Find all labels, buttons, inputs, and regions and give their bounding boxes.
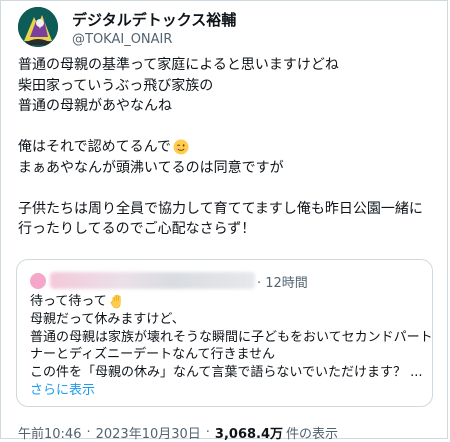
tweet-metadata: 午前10:46 · 2023年10月30日 · 3,068.4万 件の表示 — [18, 423, 338, 442]
author-display-name[interactable]: デジタルデトックス裕輔 — [72, 9, 236, 30]
quoted-author-avatar-blurred — [30, 273, 46, 289]
winking-face-icon — [173, 139, 189, 155]
tweet-text: 普通の母親の基準って家庭によると思いますけどね 柴田家っていうぶっ飛び家族の 普… — [18, 55, 438, 240]
tweet-line: 行ったりしてるのでご心配なさらず！ — [18, 221, 256, 237]
quoted-line: 母親だって休みますけど、 — [30, 311, 185, 327]
quoted-tweet[interactable]: · 12時間 待って待って 母親だって休みますけど、 普通の母親は家族が壊れそう… — [16, 259, 433, 407]
tweet-line: 普通の母親があやなんね — [18, 98, 172, 114]
quoted-line: 普通の母親は家族が壊れそうな瞬間に子どもをおいてセカンドパート — [30, 329, 433, 345]
tweet-date[interactable]: 2023年10月30日 — [96, 423, 201, 442]
views-count: 3,068.4万 — [214, 427, 284, 442]
quoted-line-with-emoji: 待って待って — [30, 293, 425, 311]
avatar-image — [18, 7, 58, 47]
author-avatar[interactable] — [18, 7, 58, 47]
quoted-author-name-blurred — [50, 272, 255, 289]
quoted-line: この件を「母親の休み」なんて言葉で語らないでいただけます？ ... — [30, 365, 423, 381]
show-more-link[interactable]: さらに表示 — [30, 382, 95, 400]
meta-separator: · — [86, 425, 91, 440]
show-more-line: さらに表示 — [30, 382, 425, 400]
tweet-card: デジタルデトックス裕輔 @TOKAI_ONAIR 普通の母親の基準って家庭による… — [0, 0, 448, 442]
tweet-line: 俺はそれで認めてるんで — [18, 139, 171, 155]
views-label: 件の表示 — [286, 427, 339, 442]
author-handle[interactable]: @TOKAI_ONAIR — [72, 32, 172, 47]
tweet-time[interactable]: 午前10:46 — [18, 423, 81, 442]
raised-hand-icon — [110, 295, 121, 309]
tweet-line: 柴田家っていうぶっ飛び家族の — [18, 77, 214, 94]
quoted-line: ナーとディズニーデートなんて行きません — [30, 347, 276, 363]
tweet-line: 普通の母親の基準って家庭によると思いますけどね — [18, 57, 339, 73]
quoted-line: 待って待って — [30, 294, 107, 309]
quoted-tweet-time[interactable]: · 12時間 — [257, 272, 308, 291]
tweet-line: 子供たちは周り全員で協力して育ててますし俺も昨日公園一緒に — [18, 200, 423, 217]
meta-separator: · — [205, 425, 210, 440]
quoted-tweet-text: 待って待って 母親だって休みますけど、 普通の母親は家族が壊れそうな瞬間に子ども… — [30, 293, 433, 400]
tweet-line-with-emoji: 俺はそれで認めてるんで — [18, 137, 438, 158]
tweet-line: まぁあやなんが頭沸いてるのは同意ですが — [18, 159, 284, 176]
